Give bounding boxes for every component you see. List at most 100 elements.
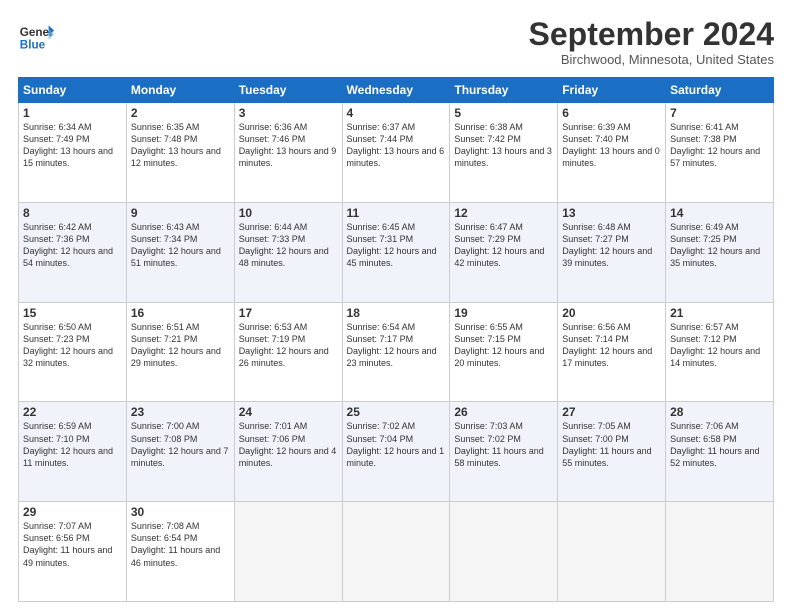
day-number: 5 xyxy=(454,106,553,120)
day-info: Sunrise: 7:02 AMSunset: 7:04 PMDaylight:… xyxy=(347,420,446,469)
day-number: 15 xyxy=(23,306,122,320)
day-number: 4 xyxy=(347,106,446,120)
calendar-day-cell: 3Sunrise: 6:36 AMSunset: 7:46 PMDaylight… xyxy=(234,103,342,203)
calendar-day-cell: 6Sunrise: 6:39 AMSunset: 7:40 PMDaylight… xyxy=(558,103,666,203)
day-info: Sunrise: 7:07 AMSunset: 6:56 PMDaylight:… xyxy=(23,520,122,569)
day-number: 1 xyxy=(23,106,122,120)
day-info: Sunrise: 7:00 AMSunset: 7:08 PMDaylight:… xyxy=(131,420,230,469)
day-number: 29 xyxy=(23,505,122,519)
day-number: 25 xyxy=(347,405,446,419)
day-number: 21 xyxy=(670,306,769,320)
day-number: 28 xyxy=(670,405,769,419)
day-number: 16 xyxy=(131,306,230,320)
day-number: 3 xyxy=(239,106,338,120)
day-info: Sunrise: 6:39 AMSunset: 7:40 PMDaylight:… xyxy=(562,121,661,170)
location: Birchwood, Minnesota, United States xyxy=(529,52,774,67)
day-number: 2 xyxy=(131,106,230,120)
day-info: Sunrise: 6:48 AMSunset: 7:27 PMDaylight:… xyxy=(562,221,661,270)
calendar-day-cell: 22Sunrise: 6:59 AMSunset: 7:10 PMDayligh… xyxy=(19,402,127,502)
month-title: September 2024 xyxy=(529,18,774,50)
weekday-header: Saturday xyxy=(666,78,774,103)
calendar-day-cell: 16Sunrise: 6:51 AMSunset: 7:21 PMDayligh… xyxy=(126,302,234,402)
calendar-day-cell: 7Sunrise: 6:41 AMSunset: 7:38 PMDaylight… xyxy=(666,103,774,203)
day-info: Sunrise: 6:35 AMSunset: 7:48 PMDaylight:… xyxy=(131,121,230,170)
calendar-day-cell: 29Sunrise: 7:07 AMSunset: 6:56 PMDayligh… xyxy=(19,502,127,602)
weekday-header: Thursday xyxy=(450,78,558,103)
day-info: Sunrise: 6:49 AMSunset: 7:25 PMDaylight:… xyxy=(670,221,769,270)
day-info: Sunrise: 6:42 AMSunset: 7:36 PMDaylight:… xyxy=(23,221,122,270)
calendar-week-row: 1Sunrise: 6:34 AMSunset: 7:49 PMDaylight… xyxy=(19,103,774,203)
day-info: Sunrise: 6:43 AMSunset: 7:34 PMDaylight:… xyxy=(131,221,230,270)
calendar-day-cell: 11Sunrise: 6:45 AMSunset: 7:31 PMDayligh… xyxy=(342,202,450,302)
calendar-day-cell: 25Sunrise: 7:02 AMSunset: 7:04 PMDayligh… xyxy=(342,402,450,502)
logo: General Blue xyxy=(18,18,58,54)
day-info: Sunrise: 7:05 AMSunset: 7:00 PMDaylight:… xyxy=(562,420,661,469)
calendar-day-cell: 17Sunrise: 6:53 AMSunset: 7:19 PMDayligh… xyxy=(234,302,342,402)
day-number: 24 xyxy=(239,405,338,419)
calendar-day-cell: 9Sunrise: 6:43 AMSunset: 7:34 PMDaylight… xyxy=(126,202,234,302)
calendar-day-cell: 8Sunrise: 6:42 AMSunset: 7:36 PMDaylight… xyxy=(19,202,127,302)
calendar-header-row: SundayMondayTuesdayWednesdayThursdayFrid… xyxy=(19,78,774,103)
day-number: 22 xyxy=(23,405,122,419)
day-number: 17 xyxy=(239,306,338,320)
calendar-day-cell: 14Sunrise: 6:49 AMSunset: 7:25 PMDayligh… xyxy=(666,202,774,302)
calendar-day-cell: 30Sunrise: 7:08 AMSunset: 6:54 PMDayligh… xyxy=(126,502,234,602)
day-info: Sunrise: 6:37 AMSunset: 7:44 PMDaylight:… xyxy=(347,121,446,170)
calendar-day-cell: 21Sunrise: 6:57 AMSunset: 7:12 PMDayligh… xyxy=(666,302,774,402)
calendar-day-cell: 26Sunrise: 7:03 AMSunset: 7:02 PMDayligh… xyxy=(450,402,558,502)
day-info: Sunrise: 6:53 AMSunset: 7:19 PMDaylight:… xyxy=(239,321,338,370)
svg-text:Blue: Blue xyxy=(20,39,46,52)
calendar-week-row: 29Sunrise: 7:07 AMSunset: 6:56 PMDayligh… xyxy=(19,502,774,602)
calendar-day-cell: 20Sunrise: 6:56 AMSunset: 7:14 PMDayligh… xyxy=(558,302,666,402)
day-number: 20 xyxy=(562,306,661,320)
calendar-day-cell: 10Sunrise: 6:44 AMSunset: 7:33 PMDayligh… xyxy=(234,202,342,302)
day-info: Sunrise: 6:57 AMSunset: 7:12 PMDaylight:… xyxy=(670,321,769,370)
calendar-day-cell: 15Sunrise: 6:50 AMSunset: 7:23 PMDayligh… xyxy=(19,302,127,402)
day-number: 18 xyxy=(347,306,446,320)
header: General Blue September 2024 Birchwood, M… xyxy=(18,18,774,67)
day-info: Sunrise: 6:59 AMSunset: 7:10 PMDaylight:… xyxy=(23,420,122,469)
weekday-header: Wednesday xyxy=(342,78,450,103)
calendar-day-cell: 24Sunrise: 7:01 AMSunset: 7:06 PMDayligh… xyxy=(234,402,342,502)
calendar-day-cell xyxy=(666,502,774,602)
logo-icon: General Blue xyxy=(18,18,54,54)
day-number: 19 xyxy=(454,306,553,320)
day-number: 11 xyxy=(347,206,446,220)
day-number: 23 xyxy=(131,405,230,419)
day-number: 9 xyxy=(131,206,230,220)
day-number: 14 xyxy=(670,206,769,220)
weekday-header: Monday xyxy=(126,78,234,103)
day-info: Sunrise: 6:54 AMSunset: 7:17 PMDaylight:… xyxy=(347,321,446,370)
day-info: Sunrise: 6:51 AMSunset: 7:21 PMDaylight:… xyxy=(131,321,230,370)
calendar-day-cell: 13Sunrise: 6:48 AMSunset: 7:27 PMDayligh… xyxy=(558,202,666,302)
day-number: 13 xyxy=(562,206,661,220)
calendar-day-cell: 27Sunrise: 7:05 AMSunset: 7:00 PMDayligh… xyxy=(558,402,666,502)
weekday-header: Tuesday xyxy=(234,78,342,103)
calendar-day-cell: 1Sunrise: 6:34 AMSunset: 7:49 PMDaylight… xyxy=(19,103,127,203)
weekday-header: Friday xyxy=(558,78,666,103)
day-info: Sunrise: 7:03 AMSunset: 7:02 PMDaylight:… xyxy=(454,420,553,469)
calendar-week-row: 15Sunrise: 6:50 AMSunset: 7:23 PMDayligh… xyxy=(19,302,774,402)
day-info: Sunrise: 7:08 AMSunset: 6:54 PMDaylight:… xyxy=(131,520,230,569)
day-info: Sunrise: 6:56 AMSunset: 7:14 PMDaylight:… xyxy=(562,321,661,370)
day-info: Sunrise: 6:41 AMSunset: 7:38 PMDaylight:… xyxy=(670,121,769,170)
calendar-day-cell xyxy=(342,502,450,602)
day-info: Sunrise: 6:36 AMSunset: 7:46 PMDaylight:… xyxy=(239,121,338,170)
day-info: Sunrise: 6:55 AMSunset: 7:15 PMDaylight:… xyxy=(454,321,553,370)
calendar-day-cell: 4Sunrise: 6:37 AMSunset: 7:44 PMDaylight… xyxy=(342,103,450,203)
day-number: 30 xyxy=(131,505,230,519)
calendar-day-cell: 28Sunrise: 7:06 AMSunset: 6:58 PMDayligh… xyxy=(666,402,774,502)
day-number: 26 xyxy=(454,405,553,419)
day-info: Sunrise: 7:01 AMSunset: 7:06 PMDaylight:… xyxy=(239,420,338,469)
day-info: Sunrise: 6:50 AMSunset: 7:23 PMDaylight:… xyxy=(23,321,122,370)
calendar-day-cell: 5Sunrise: 6:38 AMSunset: 7:42 PMDaylight… xyxy=(450,103,558,203)
day-number: 8 xyxy=(23,206,122,220)
day-number: 7 xyxy=(670,106,769,120)
calendar-day-cell: 19Sunrise: 6:55 AMSunset: 7:15 PMDayligh… xyxy=(450,302,558,402)
day-number: 6 xyxy=(562,106,661,120)
calendar-day-cell xyxy=(234,502,342,602)
calendar-day-cell: 23Sunrise: 7:00 AMSunset: 7:08 PMDayligh… xyxy=(126,402,234,502)
calendar-week-row: 8Sunrise: 6:42 AMSunset: 7:36 PMDaylight… xyxy=(19,202,774,302)
day-info: Sunrise: 6:38 AMSunset: 7:42 PMDaylight:… xyxy=(454,121,553,170)
day-info: Sunrise: 6:44 AMSunset: 7:33 PMDaylight:… xyxy=(239,221,338,270)
